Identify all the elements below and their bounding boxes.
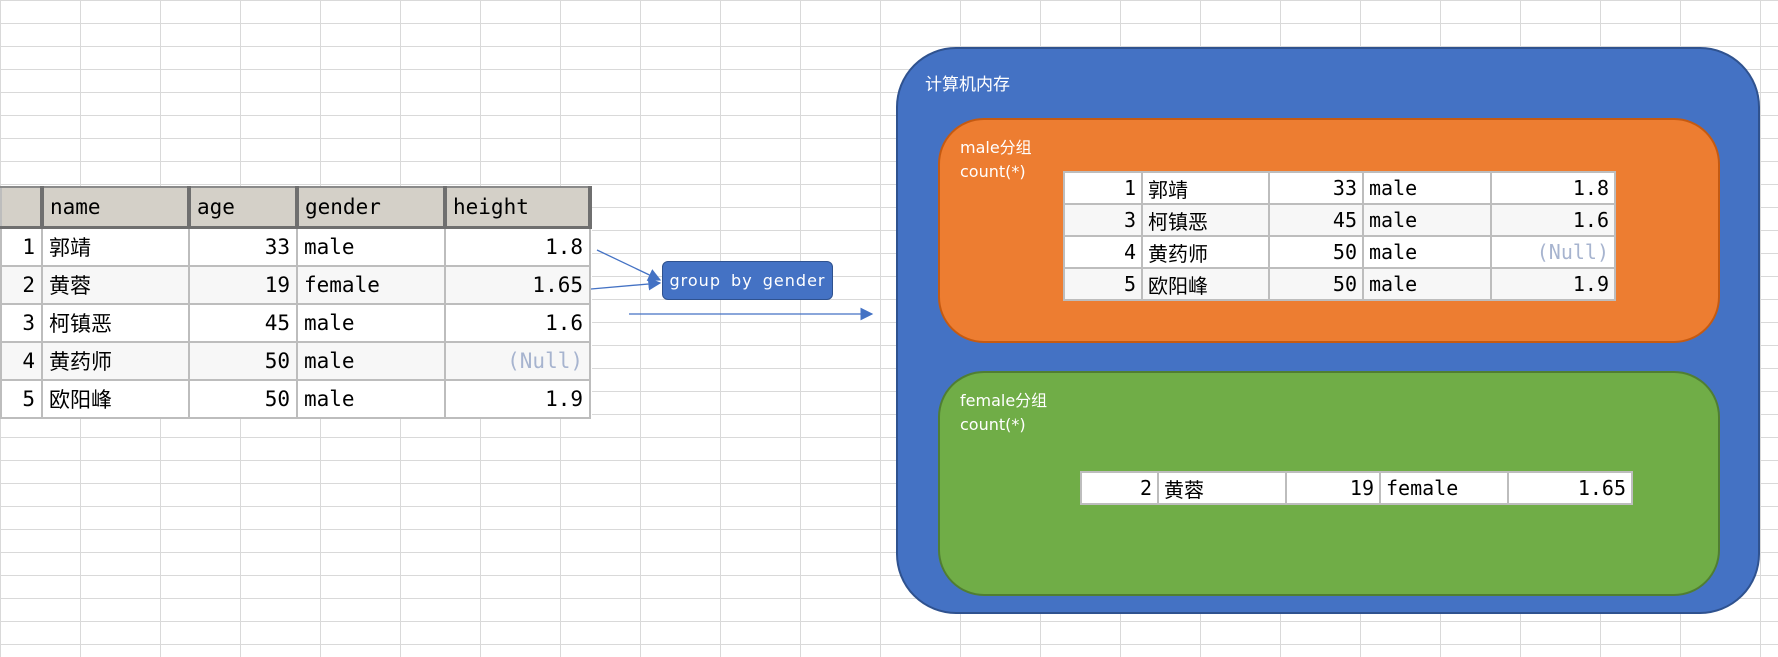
cell-name[interactable]: 欧阳峰: [41, 379, 190, 419]
row-number: 2: [0, 265, 43, 305]
source-header-row: name age gender height: [0, 186, 592, 229]
row-number-header: [0, 186, 44, 229]
arrow-row1-to-label: [596, 249, 662, 281]
table-row[interactable]: 4 黄药师 50 male (Null): [1063, 235, 1616, 269]
memory-title: 计算机内存: [925, 75, 1010, 95]
cell-name[interactable]: 郭靖: [41, 226, 190, 267]
cell-name[interactable]: 黄药师: [41, 341, 190, 381]
cell-name[interactable]: 柯镇恶: [41, 303, 190, 343]
row-number: 3: [1063, 203, 1143, 237]
cell-height[interactable]: 1.9: [444, 379, 591, 419]
cell-age[interactable]: 45: [188, 303, 298, 343]
cell-height-null[interactable]: (Null): [1490, 235, 1616, 269]
source-table: name age gender height 1 郭靖 33 male 1.8 …: [0, 186, 592, 419]
male-group-aggregate: count(*): [960, 162, 1026, 181]
row-number: 1: [0, 226, 43, 267]
cell-gender[interactable]: female: [1379, 471, 1509, 505]
female-group-aggregate: count(*): [960, 415, 1026, 434]
cell-height[interactable]: 1.6: [444, 303, 591, 343]
table-row[interactable]: 1 郭靖 33 male 1.8: [1063, 171, 1616, 205]
cell-age[interactable]: 33: [188, 226, 298, 267]
cell-height[interactable]: 1.6: [1490, 203, 1616, 237]
female-group-table: 2 黄蓉 19 female 1.65: [1080, 471, 1633, 505]
cell-age[interactable]: 33: [1268, 171, 1364, 205]
cell-name[interactable]: 黄药师: [1141, 235, 1270, 269]
female-group-title: female分组: [960, 391, 1048, 410]
cell-height[interactable]: 1.8: [1490, 171, 1616, 205]
arrow-row2-to-label: [590, 277, 662, 291]
table-row[interactable]: 5 欧阳峰 50 male 1.9: [1063, 267, 1616, 301]
male-group-title-block: male分组 count(*): [960, 136, 1032, 184]
table-row[interactable]: 4 黄药师 50 male (Null): [0, 341, 591, 381]
female-group-title-block: female分组 count(*): [960, 389, 1047, 437]
table-row[interactable]: 1 郭靖 33 male 1.8: [0, 226, 591, 267]
table-row[interactable]: 2 黄蓉 19 female 1.65: [1080, 471, 1633, 505]
cell-gender[interactable]: female: [296, 265, 446, 305]
row-number: 2: [1080, 471, 1159, 505]
table-row[interactable]: 3 柯镇恶 45 male 1.6: [1063, 203, 1616, 237]
cell-age[interactable]: 50: [188, 341, 298, 381]
table-row[interactable]: 5 欧阳峰 50 male 1.9: [0, 379, 591, 419]
cell-gender[interactable]: male: [1362, 171, 1492, 205]
cell-age[interactable]: 50: [188, 379, 298, 419]
cell-height-null[interactable]: (Null): [444, 341, 591, 381]
row-number: 4: [1063, 235, 1143, 269]
cell-height[interactable]: 1.65: [444, 265, 591, 305]
cell-gender[interactable]: male: [296, 226, 446, 267]
cell-name[interactable]: 欧阳峰: [1141, 267, 1270, 301]
row-number: 3: [0, 303, 43, 343]
cell-name[interactable]: 郭靖: [1141, 171, 1270, 205]
row-number: 5: [1063, 267, 1143, 301]
cell-age[interactable]: 19: [188, 265, 298, 305]
table-row[interactable]: 2 黄蓉 19 female 1.65: [0, 265, 591, 305]
male-group-title: male分组: [960, 138, 1032, 157]
cell-age[interactable]: 50: [1268, 235, 1364, 269]
cell-gender[interactable]: male: [1362, 203, 1492, 237]
cell-age[interactable]: 50: [1268, 267, 1364, 301]
row-number: 1: [1063, 171, 1143, 205]
cell-gender[interactable]: male: [296, 303, 446, 343]
cell-gender[interactable]: male: [296, 379, 446, 419]
column-header-name[interactable]: name: [41, 186, 191, 229]
group-by-label: group by gender: [662, 261, 833, 300]
cell-height[interactable]: 1.8: [444, 226, 591, 267]
spreadsheet-canvas: name age gender height 1 郭靖 33 male 1.8 …: [0, 0, 1778, 657]
cell-name[interactable]: 柯镇恶: [1141, 203, 1270, 237]
column-header-gender[interactable]: gender: [296, 186, 447, 229]
cell-height[interactable]: 1.9: [1490, 267, 1616, 301]
column-header-age[interactable]: age: [188, 186, 299, 229]
cell-name[interactable]: 黄蓉: [1157, 471, 1287, 505]
cell-name[interactable]: 黄蓉: [41, 265, 190, 305]
cell-height[interactable]: 1.65: [1507, 471, 1633, 505]
cell-age[interactable]: 19: [1285, 471, 1381, 505]
cell-gender[interactable]: male: [1362, 267, 1492, 301]
column-header-height[interactable]: height: [444, 186, 592, 229]
row-number: 4: [0, 341, 43, 381]
table-row[interactable]: 3 柯镇恶 45 male 1.6: [0, 303, 591, 343]
cell-gender[interactable]: male: [296, 341, 446, 381]
cell-gender[interactable]: male: [1362, 235, 1492, 269]
cell-age[interactable]: 45: [1268, 203, 1364, 237]
row-number: 5: [0, 379, 43, 419]
male-group-table: 1 郭靖 33 male 1.8 3 柯镇恶 45 male 1.6 4 黄药师…: [1063, 171, 1616, 301]
